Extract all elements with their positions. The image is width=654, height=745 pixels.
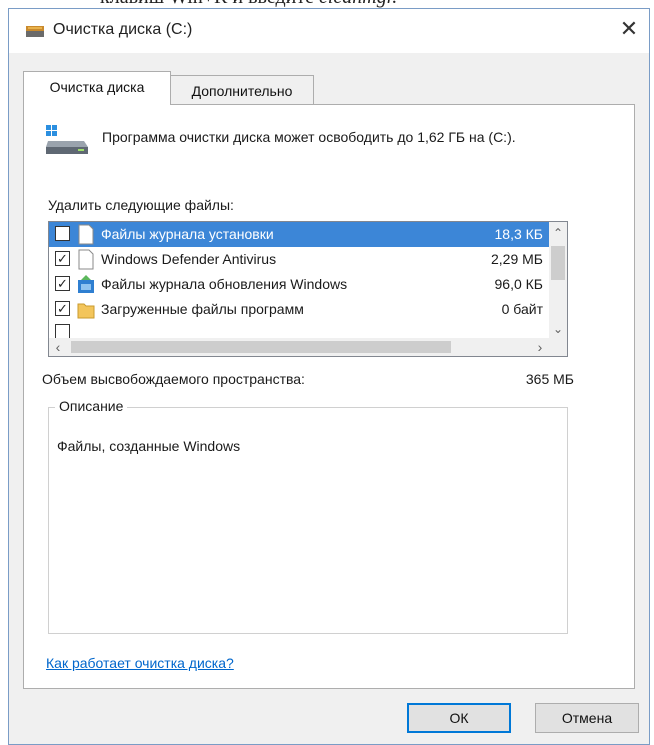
files-to-delete-label: Удалить следующие файлы: [48, 197, 234, 213]
folder-icon [77, 303, 95, 319]
description-text: Файлы, созданные Windows [57, 438, 241, 454]
vertical-scroll-thumb[interactable] [551, 246, 565, 280]
tab-more-options[interactable]: Дополнительно [170, 75, 314, 105]
tab-panel: Программа очистки диска может освободить… [23, 104, 635, 689]
item-checkbox[interactable]: ✓ [55, 251, 70, 266]
item-checkbox[interactable] [55, 226, 70, 241]
scroll-up-icon[interactable]: ⌃ [549, 224, 567, 242]
item-checkbox-partial [55, 324, 70, 338]
close-button[interactable]: ✕ [609, 9, 649, 49]
item-size: 18,3 КБ [494, 226, 543, 242]
windows-update-icon [78, 275, 94, 293]
disk-cleanup-window: Очистка диска (C:) ✕ Очистка диска Допол… [8, 8, 650, 745]
item-size: 2,29 МБ [491, 251, 543, 267]
scroll-down-icon[interactable]: ⌄ [549, 320, 567, 338]
space-to-free-value: 365 МБ [525, 371, 574, 387]
close-icon: ✕ [619, 16, 639, 41]
files-list[interactable]: Файлы журнала установки 18,3 КБ ✓ Window… [48, 221, 568, 357]
list-item[interactable]: ✓ Загруженные файлы программ 0 байт [49, 297, 551, 322]
item-label: Файлы журнала установки [101, 226, 274, 242]
ok-button[interactable]: ОК [407, 703, 511, 733]
cancel-button[interactable]: Отмена [535, 703, 639, 733]
item-size: 96,0 КБ [494, 276, 543, 292]
cleanup-summary: Программа очистки диска может освободить… [102, 129, 516, 145]
files-list-rows: Файлы журнала установки 18,3 КБ ✓ Window… [49, 222, 551, 338]
description-legend: Описание [55, 398, 128, 414]
list-item[interactable]: ✓ Windows Defender Antivirus 2,29 МБ [49, 247, 551, 272]
list-item[interactable]: ✓ Файлы журнала обновления Windows 96,0 … [49, 272, 551, 297]
description-group: Описание Файлы, созданные Windows [48, 398, 568, 634]
item-label: Загруженные файлы программ [101, 301, 304, 317]
window-title: Очистка диска (C:) [53, 21, 193, 38]
list-item-partial [49, 323, 551, 338]
space-to-free-label: Объем высвобождаемого пространства: [42, 371, 305, 387]
drive-icon [46, 125, 88, 154]
cropped-instruction-text: клавиш Win+R и введите cleanmgr. [100, 0, 397, 8]
scroll-right-icon[interactable]: › [531, 338, 549, 356]
help-link[interactable]: Как работает очистка диска? [46, 655, 234, 671]
scroll-left-icon[interactable]: ‹ [49, 338, 67, 356]
item-size: 0 байт [501, 301, 543, 317]
list-item[interactable]: Файлы журнала установки 18,3 КБ [49, 222, 551, 247]
disk-cleanup-icon [26, 26, 44, 37]
blank-file-icon [78, 249, 94, 270]
vertical-scrollbar[interactable]: ⌃ ⌄ [549, 222, 567, 338]
item-label: Windows Defender Antivirus [101, 251, 277, 267]
item-label: Файлы журнала обновления Windows [101, 276, 348, 292]
horizontal-scrollbar[interactable]: ‹ › [49, 338, 567, 356]
item-checkbox[interactable]: ✓ [55, 276, 70, 291]
tab-disk-cleanup[interactable]: Очистка диска [23, 71, 171, 105]
blank-file-icon [78, 224, 94, 245]
horizontal-scroll-thumb[interactable] [71, 341, 451, 353]
item-checkbox[interactable]: ✓ [55, 301, 70, 316]
title-bar: Очистка диска (C:) ✕ [9, 9, 649, 53]
